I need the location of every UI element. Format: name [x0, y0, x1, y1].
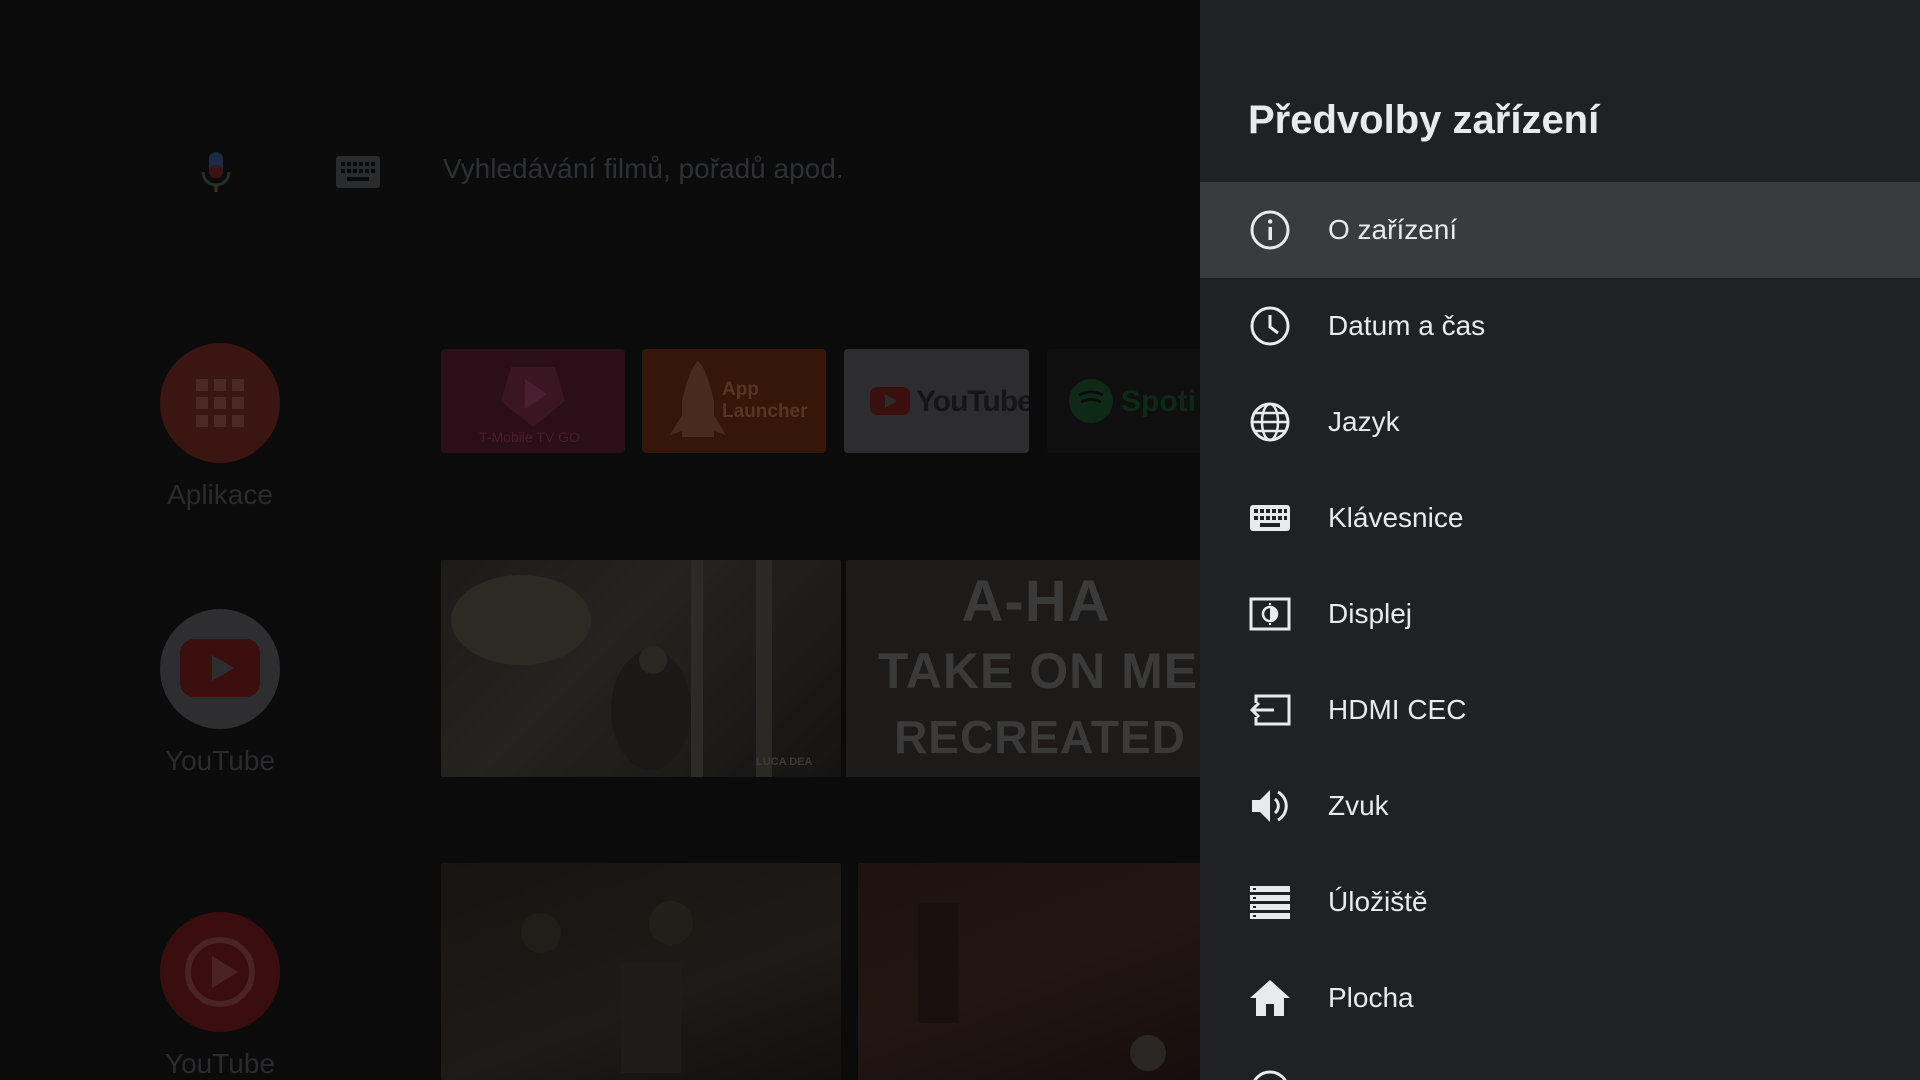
featured-title-line-3: RECREATED — [894, 711, 1186, 763]
featured-video-aha[interactable]: A-HA TAKE ON ME RECREATED — [846, 560, 1200, 777]
input-icon — [1248, 688, 1292, 732]
menu-item-about[interactable]: O zařízení — [1200, 182, 1920, 278]
youtube-play-label: YouTube — [164, 1048, 276, 1079]
menu-item-label: O zařízení — [1328, 214, 1458, 245]
video-thumbnail[interactable]: LUCA DEA — [441, 560, 841, 777]
tile-youtube-label: YouTube — [916, 385, 1029, 418]
storage-icon — [1248, 880, 1292, 924]
volume-icon — [1248, 784, 1292, 828]
tile-spotify[interactable]: Spoti — [1047, 349, 1200, 453]
tile-spotify-label: Spoti — [1121, 385, 1196, 418]
group-scene-image — [521, 901, 693, 1073]
home-icon — [1248, 976, 1292, 1020]
menu-item-storage[interactable]: Úložiště — [1200, 854, 1920, 950]
next-item-icon-partial — [1248, 1068, 1292, 1080]
menu-item-label: HDMI CEC — [1328, 694, 1467, 725]
menu-item-home-screen[interactable]: Plocha — [1200, 950, 1920, 1046]
youtube-label: YouTube — [164, 745, 276, 776]
youtube-play-app[interactable]: YouTube — [160, 912, 280, 1080]
keyboard-icon[interactable] — [336, 156, 380, 188]
video-thumbnail-bottom-1[interactable] — [441, 863, 841, 1080]
menu-item-sound[interactable]: Zvuk — [1200, 758, 1920, 854]
video-credit: LUCA DEA — [756, 756, 813, 768]
menu-item-keyboard[interactable]: Klávesnice — [1200, 470, 1920, 566]
youtube-app[interactable]: YouTube — [160, 609, 280, 777]
dark-scene-image — [918, 903, 1166, 1071]
apps-grid-icon — [160, 343, 280, 463]
play-circle-icon — [160, 912, 280, 1032]
featured-title-line-2: TAKE ON ME — [877, 643, 1199, 699]
video-thumbnail-bottom-2[interactable] — [858, 863, 1200, 1080]
menu-item-label: Úložiště — [1328, 886, 1428, 917]
search-input[interactable]: Vyhledávání filmů, pořadů apod. — [443, 153, 844, 185]
panel-title: Předvolby zařízení — [1248, 98, 1600, 142]
apps-launcher[interactable]: Aplikace — [160, 343, 280, 511]
device-preferences-panel: Předvolby zařízení O zařízení Datum a ča… — [1200, 0, 1920, 1080]
settings-menu: O zařízení Datum a čas Jazyk Klávesnice — [1200, 182, 1920, 1046]
tile-tmobile-label: T-Mobile TV GO — [479, 429, 580, 445]
tile-youtube[interactable]: YouTube — [844, 349, 1029, 453]
globe-icon — [1248, 400, 1292, 444]
microphone-icon[interactable] — [196, 150, 238, 196]
menu-item-label: Jazyk — [1328, 406, 1400, 437]
featured-title-line-1: A-HA — [961, 569, 1111, 634]
menu-item-hdmi-cec[interactable]: HDMI CEC — [1200, 662, 1920, 758]
menu-item-language[interactable]: Jazyk — [1200, 374, 1920, 470]
keyboard-icon — [1248, 496, 1292, 540]
menu-item-label: Zvuk — [1328, 790, 1389, 821]
apps-label: Aplikace — [167, 479, 273, 510]
menu-item-label: Datum a čas — [1328, 310, 1486, 341]
menu-item-display[interactable]: Displej — [1200, 566, 1920, 662]
tile-app-launcher-label: App Launcher — [722, 379, 808, 422]
tile-tmobile-tv-go[interactable]: T-Mobile TV GO — [441, 349, 625, 453]
menu-item-label: Klávesnice — [1328, 502, 1464, 533]
display-icon — [1248, 592, 1292, 636]
tile-app-launcher[interactable]: App Launcher — [642, 349, 826, 453]
forest-scene-image — [451, 560, 772, 777]
clock-icon — [1248, 304, 1292, 348]
home-screen-background: Vyhledávání filmů, pořadů apod. Aplikace… — [0, 0, 1200, 1080]
youtube-icon — [160, 609, 280, 729]
menu-item-label: Displej — [1328, 598, 1413, 629]
menu-item-date-time[interactable]: Datum a čas — [1200, 278, 1920, 374]
menu-item-label: Plocha — [1328, 982, 1414, 1013]
info-icon — [1248, 208, 1292, 252]
